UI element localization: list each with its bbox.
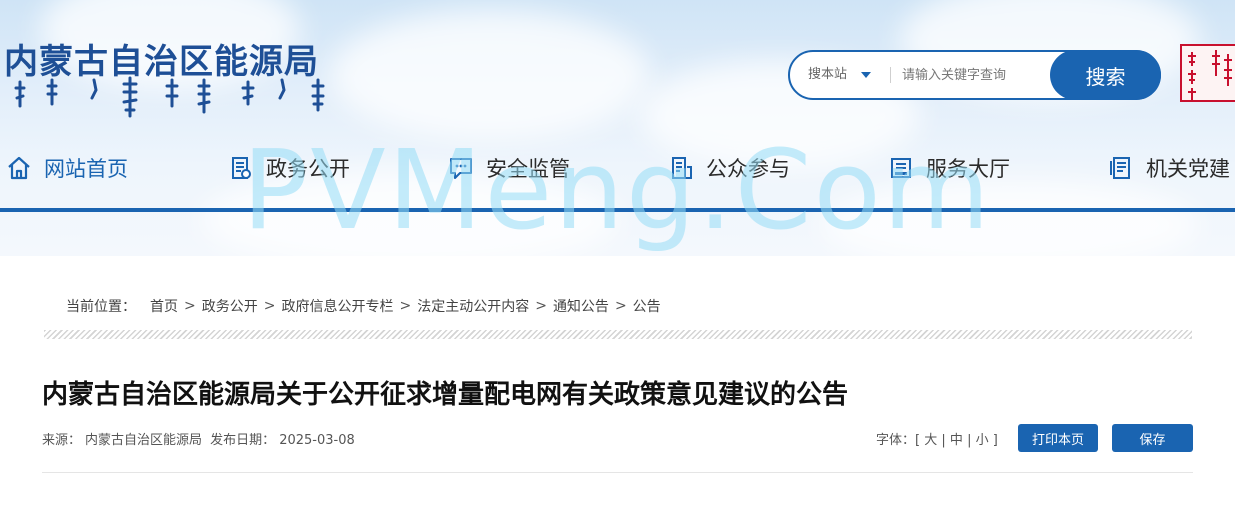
- mongolian-script-logo: [14, 76, 325, 118]
- cloud-decoration: [330, 10, 650, 140]
- save-button[interactable]: 保存: [1112, 424, 1193, 452]
- source-label: 来源：: [42, 433, 82, 448]
- home-icon: [8, 156, 30, 180]
- breadcrumb-announcement[interactable]: 公告: [633, 296, 661, 316]
- main-nav: 网站首页 政务公开 安全监管 公众参与 服务大厅 机关党建: [0, 140, 1235, 196]
- font-size-control: 字体：[ 大 | 中 | 小 ]: [876, 429, 998, 448]
- nav-item-service-hall[interactable]: 服务大厅: [888, 140, 1010, 196]
- bracket: [: [915, 433, 921, 448]
- content-divider: [42, 472, 1193, 473]
- search-button[interactable]: 搜索: [1050, 50, 1161, 100]
- search-scope-select[interactable]: 搜本站: [808, 52, 872, 98]
- breadcrumb: 当前位置： 首页 > 政务公开 > 政府信息公开专栏 > 法定主动公开内容 > …: [66, 296, 661, 316]
- search-input[interactable]: [902, 61, 1042, 89]
- article-title: 内蒙古自治区能源局关于公开征求增量配电网有关政策意见建议的公告: [42, 380, 849, 410]
- article-meta: 来源： 内蒙古自治区能源局 发布日期： 2025-03-08: [42, 429, 359, 448]
- nav-label: 服务大厅: [926, 157, 1010, 181]
- book-icon: [1110, 157, 1130, 179]
- striped-divider: [44, 330, 1192, 339]
- chat-icon: [450, 158, 472, 179]
- nav-label: 机关党建: [1146, 157, 1230, 181]
- nav-label: 公众参与: [706, 157, 790, 181]
- breadcrumb-separator: >: [184, 298, 196, 314]
- search-box: 搜本站 搜索: [788, 50, 1161, 100]
- nav-underline: [0, 208, 1235, 212]
- nav-item-safety[interactable]: 安全监管: [448, 140, 570, 196]
- breadcrumb-separator: >: [399, 298, 412, 314]
- nav-item-public-participation[interactable]: 公众参与: [668, 140, 790, 196]
- breadcrumb-statutory-content[interactable]: 法定主动公开内容: [417, 296, 529, 316]
- font-large-button[interactable]: 大: [924, 433, 937, 448]
- print-button[interactable]: 打印本页: [1018, 424, 1098, 452]
- site-header: 内蒙古自治区能源局 搜本站 搜索: [0, 0, 1235, 256]
- nav-label: 网站首页: [44, 157, 128, 181]
- breadcrumb-notices[interactable]: 通知公告: [553, 296, 609, 316]
- date-label: 发布日期：: [210, 433, 276, 448]
- font-divider: |: [967, 433, 972, 448]
- font-divider: |: [941, 433, 946, 448]
- article-page: 当前位置： 首页 > 政务公开 > 政府信息公开专栏 > 法定主动公开内容 > …: [0, 256, 1235, 507]
- breadcrumb-info-disclosure[interactable]: 政府信息公开专栏: [281, 296, 393, 316]
- font-small-button[interactable]: 小: [976, 433, 989, 448]
- service-icon: [891, 158, 911, 178]
- nav-item-home[interactable]: 网站首页: [6, 140, 128, 196]
- nav-item-government-affairs[interactable]: 政务公开: [228, 140, 350, 196]
- breadcrumb-home[interactable]: 首页: [150, 296, 178, 316]
- nav-item-party-building[interactable]: 机关党建: [1108, 140, 1230, 196]
- breadcrumb-label: 当前位置：: [66, 299, 136, 315]
- breadcrumb-separator: >: [263, 298, 276, 314]
- breadcrumb-separator: >: [535, 298, 547, 314]
- breadcrumb-separator: >: [614, 298, 627, 314]
- search-divider: [890, 67, 891, 83]
- breadcrumb-government-affairs[interactable]: 政务公开: [202, 296, 258, 316]
- bracket: ]: [992, 433, 998, 448]
- document-icon: [232, 157, 251, 179]
- source-value: 内蒙古自治区能源局: [85, 433, 203, 448]
- nav-label: 安全监管: [486, 157, 570, 181]
- font-size-label: 字体：: [876, 433, 916, 448]
- date-value: 2025-03-08: [279, 433, 355, 448]
- font-medium-button[interactable]: 中: [950, 433, 963, 448]
- clipboard-icon: [672, 157, 692, 179]
- nav-label: 政务公开: [266, 157, 350, 181]
- caret-down-icon: [861, 72, 872, 78]
- seal-logo: [1180, 44, 1235, 102]
- search-scope-label: 搜本站: [808, 67, 848, 82]
